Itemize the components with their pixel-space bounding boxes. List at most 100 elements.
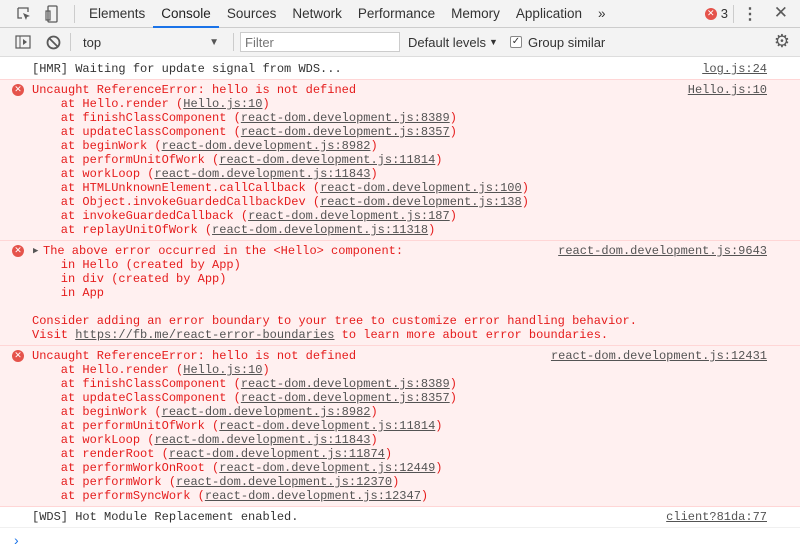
visit-suffix: to learn more about error boundaries. xyxy=(334,328,609,342)
tab-elements[interactable]: Elements xyxy=(81,0,153,28)
console-messages: [HMR] Waiting for update signal from WDS… xyxy=(0,57,800,528)
stack-frame: at performUnitOfWork (react-dom.developm… xyxy=(32,419,443,433)
stack-function: performWorkOnRoot xyxy=(82,461,205,475)
group-similar-checkbox[interactable]: ✓ xyxy=(509,36,522,48)
stack-location-link[interactable]: react-dom.development.js:11843 xyxy=(154,433,370,447)
stack-function: invokeGuardedCallback xyxy=(82,209,234,223)
stack-function: HTMLUnknownElement.callCallback xyxy=(82,181,306,195)
stack-location-link[interactable]: react-dom.development.js:8389 xyxy=(241,111,450,125)
visit-line: Visit https://fb.me/react-error-boundari… xyxy=(32,328,800,342)
stack-function: workLoop xyxy=(82,167,141,181)
component-stack-line: in Hello (created by App) xyxy=(32,258,241,272)
stack-function: workLoop xyxy=(82,433,141,447)
stack-location-link[interactable]: react-dom.development.js:187 xyxy=(248,209,450,223)
stack-function: replayUnitOfWork xyxy=(82,223,198,237)
stack-location-link[interactable]: react-dom.development.js:11318 xyxy=(212,223,428,237)
stack-function: renderRoot xyxy=(82,447,155,461)
stack-location-link[interactable]: react-dom.development.js:11814 xyxy=(219,419,435,433)
stack-function: performUnitOfWork xyxy=(82,153,205,167)
tab-console[interactable]: Console xyxy=(153,0,219,28)
stack-frame: at invokeGuardedCallback (react-dom.deve… xyxy=(32,209,457,223)
stack-location-link[interactable]: react-dom.development.js:12347 xyxy=(205,489,421,503)
divider xyxy=(70,33,71,51)
stack-location-link[interactable]: react-dom.development.js:11814 xyxy=(219,153,435,167)
error-count: 3 xyxy=(720,6,728,21)
source-link[interactable]: react-dom.development.js:9643 xyxy=(558,244,767,258)
component-stack-line: in App xyxy=(32,286,105,300)
dropdown-arrow-icon: ▼ xyxy=(209,36,219,48)
more-tabs-button[interactable]: » xyxy=(590,0,614,28)
stack-location-link[interactable]: Hello.js:10 xyxy=(183,363,262,377)
stack-frame: at workLoop (react-dom.development.js:11… xyxy=(32,167,378,181)
error-icon: ✕ xyxy=(12,350,24,362)
source-link[interactable]: log.js:24 xyxy=(702,62,767,76)
stack-location-link[interactable]: react-dom.development.js:8357 xyxy=(241,125,450,139)
visit-prefix: Visit xyxy=(32,328,76,342)
stack-function: Hello.render xyxy=(82,97,169,111)
sidebar-toggle-icon[interactable] xyxy=(12,35,34,49)
error-icon: ✕ xyxy=(12,84,24,96)
stack-function: updateClassComponent xyxy=(82,125,227,139)
stack-frame: at renderRoot (react-dom.development.js:… xyxy=(32,447,393,461)
divider xyxy=(233,33,234,51)
stack-frame: at updateClassComponent (react-dom.devel… xyxy=(32,125,457,139)
filter-input[interactable] xyxy=(240,32,400,52)
stack-frame: at beginWork (react-dom.development.js:8… xyxy=(32,405,378,419)
stack-location-link[interactable]: react-dom.development.js:100 xyxy=(320,181,522,195)
log-levels-dropdown[interactable]: Default levels ▼ xyxy=(408,35,498,50)
close-icon[interactable]: ✕ xyxy=(774,3,788,23)
tab-memory[interactable]: Memory xyxy=(443,0,508,28)
context-selector[interactable]: top ▼ xyxy=(77,35,227,50)
stack-function: finishClassComponent xyxy=(82,377,227,391)
stack-location-link[interactable]: react-dom.development.js:8982 xyxy=(162,139,371,153)
tab-sources[interactable]: Sources xyxy=(219,0,285,28)
stack-frame: at beginWork (react-dom.development.js:8… xyxy=(32,139,378,153)
stack-frame: at updateClassComponent (react-dom.devel… xyxy=(32,391,457,405)
error-boundaries-link[interactable]: https://fb.me/react-error-boundaries xyxy=(75,328,334,342)
console-toolbar: top ▼ Default levels▼ ✓ Group similar ⚙ xyxy=(0,28,800,57)
log-message: [HMR] Waiting for update signal from WDS… xyxy=(0,59,800,80)
console-prompt[interactable]: › xyxy=(0,528,800,548)
device-toolbar-icon[interactable] xyxy=(40,4,64,23)
group-similar-toggle[interactable]: ✓ Group similar xyxy=(509,34,606,50)
source-link[interactable]: react-dom.development.js:12431 xyxy=(551,349,767,363)
source-link[interactable]: client?81da:77 xyxy=(666,510,767,524)
devtools-tab-bar: Elements Console Sources Network Performance… xyxy=(0,0,800,28)
stack-function: updateClassComponent xyxy=(82,391,227,405)
stack-location-link[interactable]: react-dom.development.js:12370 xyxy=(176,475,392,489)
expand-triangle-icon[interactable]: ▶ xyxy=(33,244,38,258)
settings-gear-icon[interactable]: ⚙ xyxy=(774,31,790,52)
stack-location-link[interactable]: react-dom.development.js:11843 xyxy=(154,167,370,181)
stack-location-link[interactable]: react-dom.development.js:8389 xyxy=(241,377,450,391)
error-counter[interactable]: ✕ 3 xyxy=(704,6,728,21)
stack-location-link[interactable]: react-dom.development.js:138 xyxy=(320,195,522,209)
divider xyxy=(74,4,75,23)
tab-application[interactable]: Application xyxy=(508,0,590,28)
inspect-element-icon[interactable] xyxy=(12,6,36,22)
group-similar-label: Group similar xyxy=(527,34,606,50)
kebab-menu-icon[interactable]: ⋮ xyxy=(742,4,758,24)
stack-location-link[interactable]: react-dom.development.js:8982 xyxy=(162,405,371,419)
source-link[interactable]: Hello.js:10 xyxy=(688,83,767,97)
stack-frame: at Object.invokeGuardedCallbackDev (reac… xyxy=(32,195,529,209)
log-levels-label: Default levels xyxy=(408,34,487,50)
log-message: [WDS] Hot Module Replacement enabled. cli… xyxy=(0,507,800,528)
stack-location-link[interactable]: react-dom.development.js:8357 xyxy=(241,391,450,405)
tab-performance[interactable]: Performance xyxy=(350,0,443,28)
stack-function: Hello.render xyxy=(82,363,169,377)
error-icon: ✕ xyxy=(12,245,24,257)
component-stack-line: in div (created by App) xyxy=(32,272,227,286)
stack-location-link[interactable]: react-dom.development.js:11874 xyxy=(169,447,385,461)
error-boundary-hint: Consider adding an error boundary to you… xyxy=(32,314,637,328)
stack-location-link[interactable]: Hello.js:10 xyxy=(183,97,262,111)
stack-function: performSyncWork xyxy=(82,489,191,503)
stack-function: finishClassComponent xyxy=(82,111,227,125)
divider xyxy=(733,5,734,23)
clear-console-icon[interactable] xyxy=(42,35,64,50)
tab-network[interactable]: Network xyxy=(284,0,350,28)
stack-frame: at workLoop (react-dom.development.js:11… xyxy=(32,433,378,447)
stack-location-link[interactable]: react-dom.development.js:12449 xyxy=(219,461,435,475)
context-value: top xyxy=(83,34,102,50)
stack-function: beginWork xyxy=(82,139,148,153)
